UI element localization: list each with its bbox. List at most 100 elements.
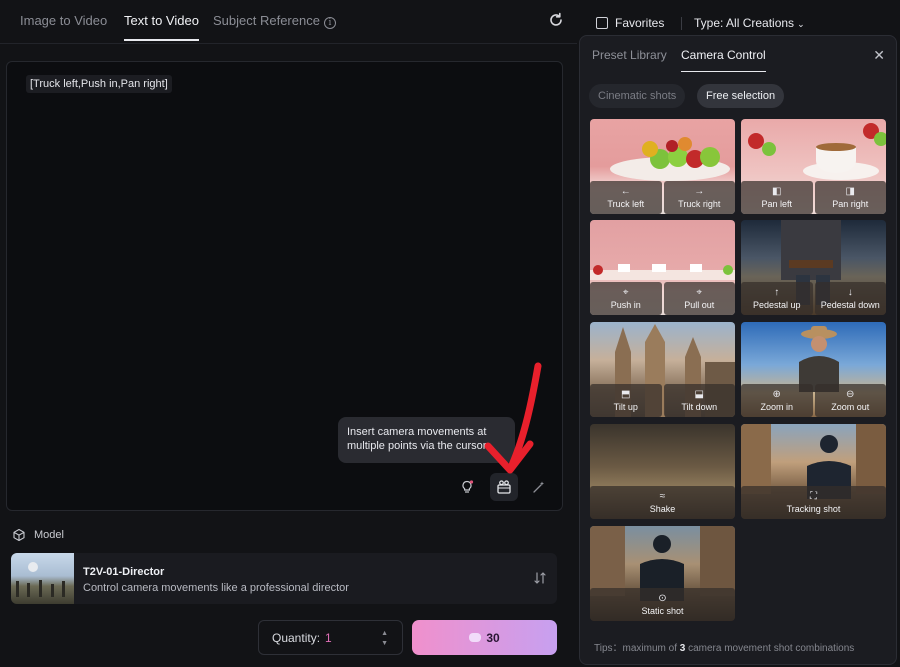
- arrow-left-icon: ←: [620, 185, 631, 197]
- magic-wand-icon: [533, 481, 544, 493]
- generate-button[interactable]: 30: [412, 620, 557, 655]
- static-icon: ⊙: [658, 592, 667, 604]
- pan-left-label: Pan left: [761, 198, 793, 209]
- info-icon: i: [323, 17, 336, 29]
- inspiration-button[interactable]: [453, 473, 481, 501]
- camera-control-panel: Preset Library Camera Control ✕ Cinemati…: [579, 35, 897, 665]
- tab-subject-reference[interactable]: Subject Reference i: [213, 13, 336, 29]
- type-filter-label: Type: All Creations: [694, 16, 795, 30]
- pedestal-up-label: Pedestal up: [752, 299, 801, 310]
- camera-card-tilt[interactable]: ⬒ Tilt up ⬓ Tilt down: [590, 322, 735, 417]
- tips-text: Tips：maximum of 3 camera movement shot c…: [594, 639, 854, 654]
- magic-enhance-button[interactable]: [525, 473, 553, 501]
- pedestal-down-option[interactable]: ↓ Pedestal down: [814, 282, 886, 315]
- pull-out-option[interactable]: ⌖ Pull out: [663, 282, 735, 315]
- pedestal-down-label: Pedestal down: [820, 299, 880, 310]
- camera-card-pedestal[interactable]: ↑ Pedestal up ↓ Pedestal down: [741, 220, 886, 315]
- camera-control-button[interactable]: [490, 473, 518, 501]
- divider: [681, 17, 682, 30]
- quantity-stepper[interactable]: Quantity: 1 ▲ ▼: [258, 620, 403, 655]
- model-description: Control camera movements like a professi…: [83, 582, 349, 594]
- tracking-shot-label: Tracking shot: [786, 503, 841, 514]
- model-section-header: Model: [12, 528, 64, 542]
- zoom-out-label: Zoom out: [831, 401, 870, 412]
- movie-camera-icon: [497, 480, 511, 494]
- favorites-checkbox[interactable]: [596, 17, 608, 29]
- chevron-down-icon: ⌄: [797, 19, 805, 29]
- static-shot-label: Static shot: [641, 605, 684, 616]
- tab-text-to-video[interactable]: Text to Video: [124, 13, 199, 41]
- shake-option[interactable]: ≈ Shake: [590, 486, 735, 519]
- zoom-in-label: Zoom in: [760, 401, 793, 412]
- push-in-icon: ⌖: [622, 286, 629, 298]
- camera-insert-tooltip: Insert camera movements at multiple poin…: [338, 417, 515, 463]
- tips-suffix: camera movement shot combinations: [685, 643, 855, 654]
- cube-icon: [13, 528, 25, 542]
- tilt-down-icon: ⬓: [694, 388, 704, 400]
- tab-preset-library[interactable]: Preset Library: [592, 48, 667, 62]
- camera-card-static[interactable]: ⊙ Static shot: [590, 526, 735, 621]
- pan-right-icon: ◨: [845, 185, 855, 197]
- type-filter-dropdown[interactable]: Type: All Creations ⌄: [694, 16, 805, 30]
- camera-movement-chip[interactable]: [Truck left,Push in,Pan right]: [26, 75, 172, 93]
- generate-cost: 30: [486, 630, 500, 645]
- model-thumbnail: [11, 553, 74, 604]
- model-header-label: Model: [34, 529, 64, 541]
- swap-icon[interactable]: [533, 571, 547, 585]
- stepper-arrows[interactable]: ▲ ▼: [381, 629, 388, 649]
- pull-out-icon: ⌖: [696, 286, 703, 298]
- static-shot-option[interactable]: ⊙ Static shot: [590, 588, 735, 621]
- tips-prefix: Tips：maximum of: [594, 643, 680, 654]
- model-name: T2V-01-Director: [83, 566, 165, 578]
- tilt-up-option[interactable]: ⬒ Tilt up: [590, 384, 662, 417]
- zoom-out-icon: ⊖: [846, 388, 855, 400]
- quantity-value[interactable]: 1: [325, 631, 332, 645]
- tracking-icon: ⛶: [810, 490, 817, 502]
- camera-card-tracking[interactable]: ⛶ Tracking shot: [741, 424, 886, 519]
- camera-card-pan[interactable]: ◧ Pan left ◨ Pan right: [741, 119, 886, 214]
- camera-card-truck[interactable]: ← Truck left → Truck right: [590, 119, 735, 214]
- push-in-option[interactable]: ⌖ Push in: [590, 282, 662, 315]
- arrow-down-icon: ↓: [847, 286, 853, 298]
- push-in-label: Push in: [610, 299, 641, 310]
- tilt-down-label: Tilt down: [681, 401, 718, 412]
- credit-icon: [469, 633, 482, 642]
- tab-camera-control[interactable]: Camera Control: [681, 48, 766, 72]
- zoom-in-icon: ⊕: [772, 388, 781, 400]
- quantity-label: Quantity:: [272, 630, 321, 645]
- refresh-icon[interactable]: [547, 11, 565, 29]
- model-selector[interactable]: T2V-01-Director Control camera movements…: [11, 553, 557, 604]
- shake-icon: ≈: [659, 490, 666, 502]
- camera-card-push[interactable]: ⌖ Push in ⌖ Pull out: [590, 220, 735, 315]
- tracking-shot-option[interactable]: ⛶ Tracking shot: [741, 486, 886, 519]
- close-icon[interactable]: ✕: [873, 47, 885, 64]
- tab-image-to-video[interactable]: Image to Video: [20, 13, 107, 28]
- pull-out-label: Pull out: [684, 299, 715, 310]
- pan-left-option[interactable]: ◧ Pan left: [741, 181, 813, 214]
- pan-right-option[interactable]: ◨ Pan right: [814, 181, 886, 214]
- truck-left-label: Truck left: [607, 198, 645, 209]
- tilt-up-icon: ⬒: [621, 388, 631, 400]
- truck-left-option[interactable]: ← Truck left: [590, 181, 662, 214]
- pan-left-icon: ◧: [772, 185, 782, 197]
- tilt-up-label: Tilt up: [613, 401, 638, 412]
- pill-cinematic-shots[interactable]: Cinematic shots: [589, 84, 686, 108]
- prompt-textarea[interactable]: [Truck left,Push in,Pan right] Insert ca…: [6, 61, 563, 511]
- arrow-up-icon: ↑: [774, 286, 780, 298]
- zoom-in-option[interactable]: ⊕ Zoom in: [741, 384, 813, 417]
- truck-right-label: Truck right: [678, 198, 721, 209]
- truck-right-option[interactable]: → Truck right: [663, 181, 735, 214]
- mode-tabs: Image to Video Text to Video Subject Ref…: [0, 0, 577, 44]
- zoom-out-option[interactable]: ⊖ Zoom out: [814, 384, 886, 417]
- lightbulb-icon: [462, 480, 474, 493]
- shake-label: Shake: [649, 503, 676, 514]
- favorites-toggle[interactable]: Favorites: [596, 16, 664, 30]
- tilt-down-option[interactable]: ⬓ Tilt down: [663, 384, 735, 417]
- pill-free-selection[interactable]: Free selection: [697, 84, 785, 108]
- camera-card-zoom[interactable]: ⊕ Zoom in ⊖ Zoom out: [741, 322, 886, 417]
- tab-subject-reference-label: Subject Reference: [213, 13, 320, 28]
- camera-card-shake[interactable]: ≈ Shake: [590, 424, 735, 519]
- pan-right-label: Pan right: [832, 198, 869, 209]
- arrow-right-icon: →: [694, 185, 705, 197]
- pedestal-up-option[interactable]: ↑ Pedestal up: [741, 282, 813, 315]
